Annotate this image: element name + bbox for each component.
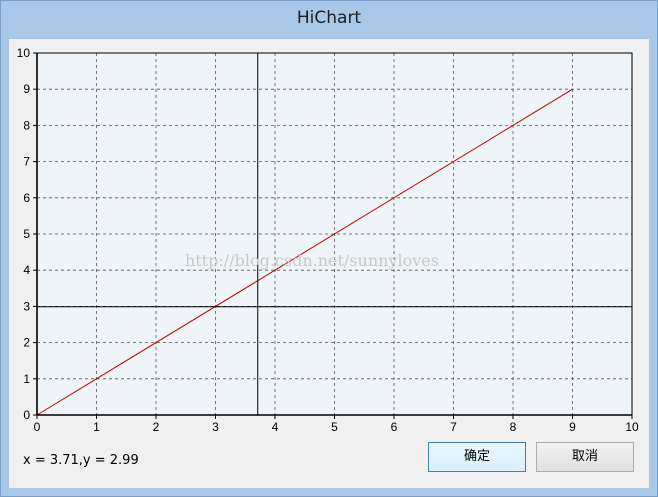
coordinate-readout: x = 3.71,y = 2.99 — [23, 453, 139, 468]
cancel-button[interactable]: 取消 — [536, 442, 634, 472]
title-bar[interactable]: HiChart — [1, 1, 657, 38]
line-chart[interactable]: 0 1 2 3 4 5 6 7 8 9 10 0 1 2 3 4 5 6 7 8 9 10 http://blog.csd… — [9, 39, 649, 439]
x-tick-label: 3 — [212, 420, 219, 434]
watermark-text: http://blog.csdn.net/sunnyloves — [185, 251, 439, 270]
app-window: HiChart 0 1 2 3 4 5 6 7 8 9 10 0 1 2 3 4 5 6 7 8 9 10 http://… — [0, 0, 658, 497]
x-tick-label: 10 — [625, 420, 639, 434]
y-tick-label: 0 — [23, 408, 30, 422]
window-title: HiChart — [296, 8, 362, 28]
x-tick-label: 6 — [391, 420, 398, 434]
x-tick-label: 7 — [450, 420, 457, 434]
y-tick-label: 9 — [23, 82, 30, 96]
client-area: 0 1 2 3 4 5 6 7 8 9 10 0 1 2 3 4 5 6 7 8 9 10 http://blog.csd… — [9, 39, 649, 488]
x-tick-label: 5 — [331, 420, 338, 434]
y-tick-label: 3 — [23, 299, 30, 313]
x-tick-label: 9 — [569, 420, 576, 434]
x-tick-label: 4 — [272, 420, 279, 434]
y-tick-label: 2 — [23, 336, 30, 350]
y-tick-label: 6 — [23, 191, 30, 205]
x-tick-label: 0 — [34, 420, 41, 434]
y-tick-label: 4 — [23, 263, 30, 277]
y-tick-label: 10 — [17, 46, 31, 60]
y-tick-label: 8 — [23, 118, 30, 132]
y-tick-label: 7 — [23, 155, 30, 169]
x-tick-label: 8 — [510, 420, 517, 434]
y-tick-label: 1 — [23, 372, 30, 386]
y-tick-label: 5 — [23, 227, 30, 241]
ok-button[interactable]: 确定 — [428, 442, 526, 472]
x-tick-label: 1 — [93, 420, 100, 434]
x-tick-label: 2 — [153, 420, 160, 434]
